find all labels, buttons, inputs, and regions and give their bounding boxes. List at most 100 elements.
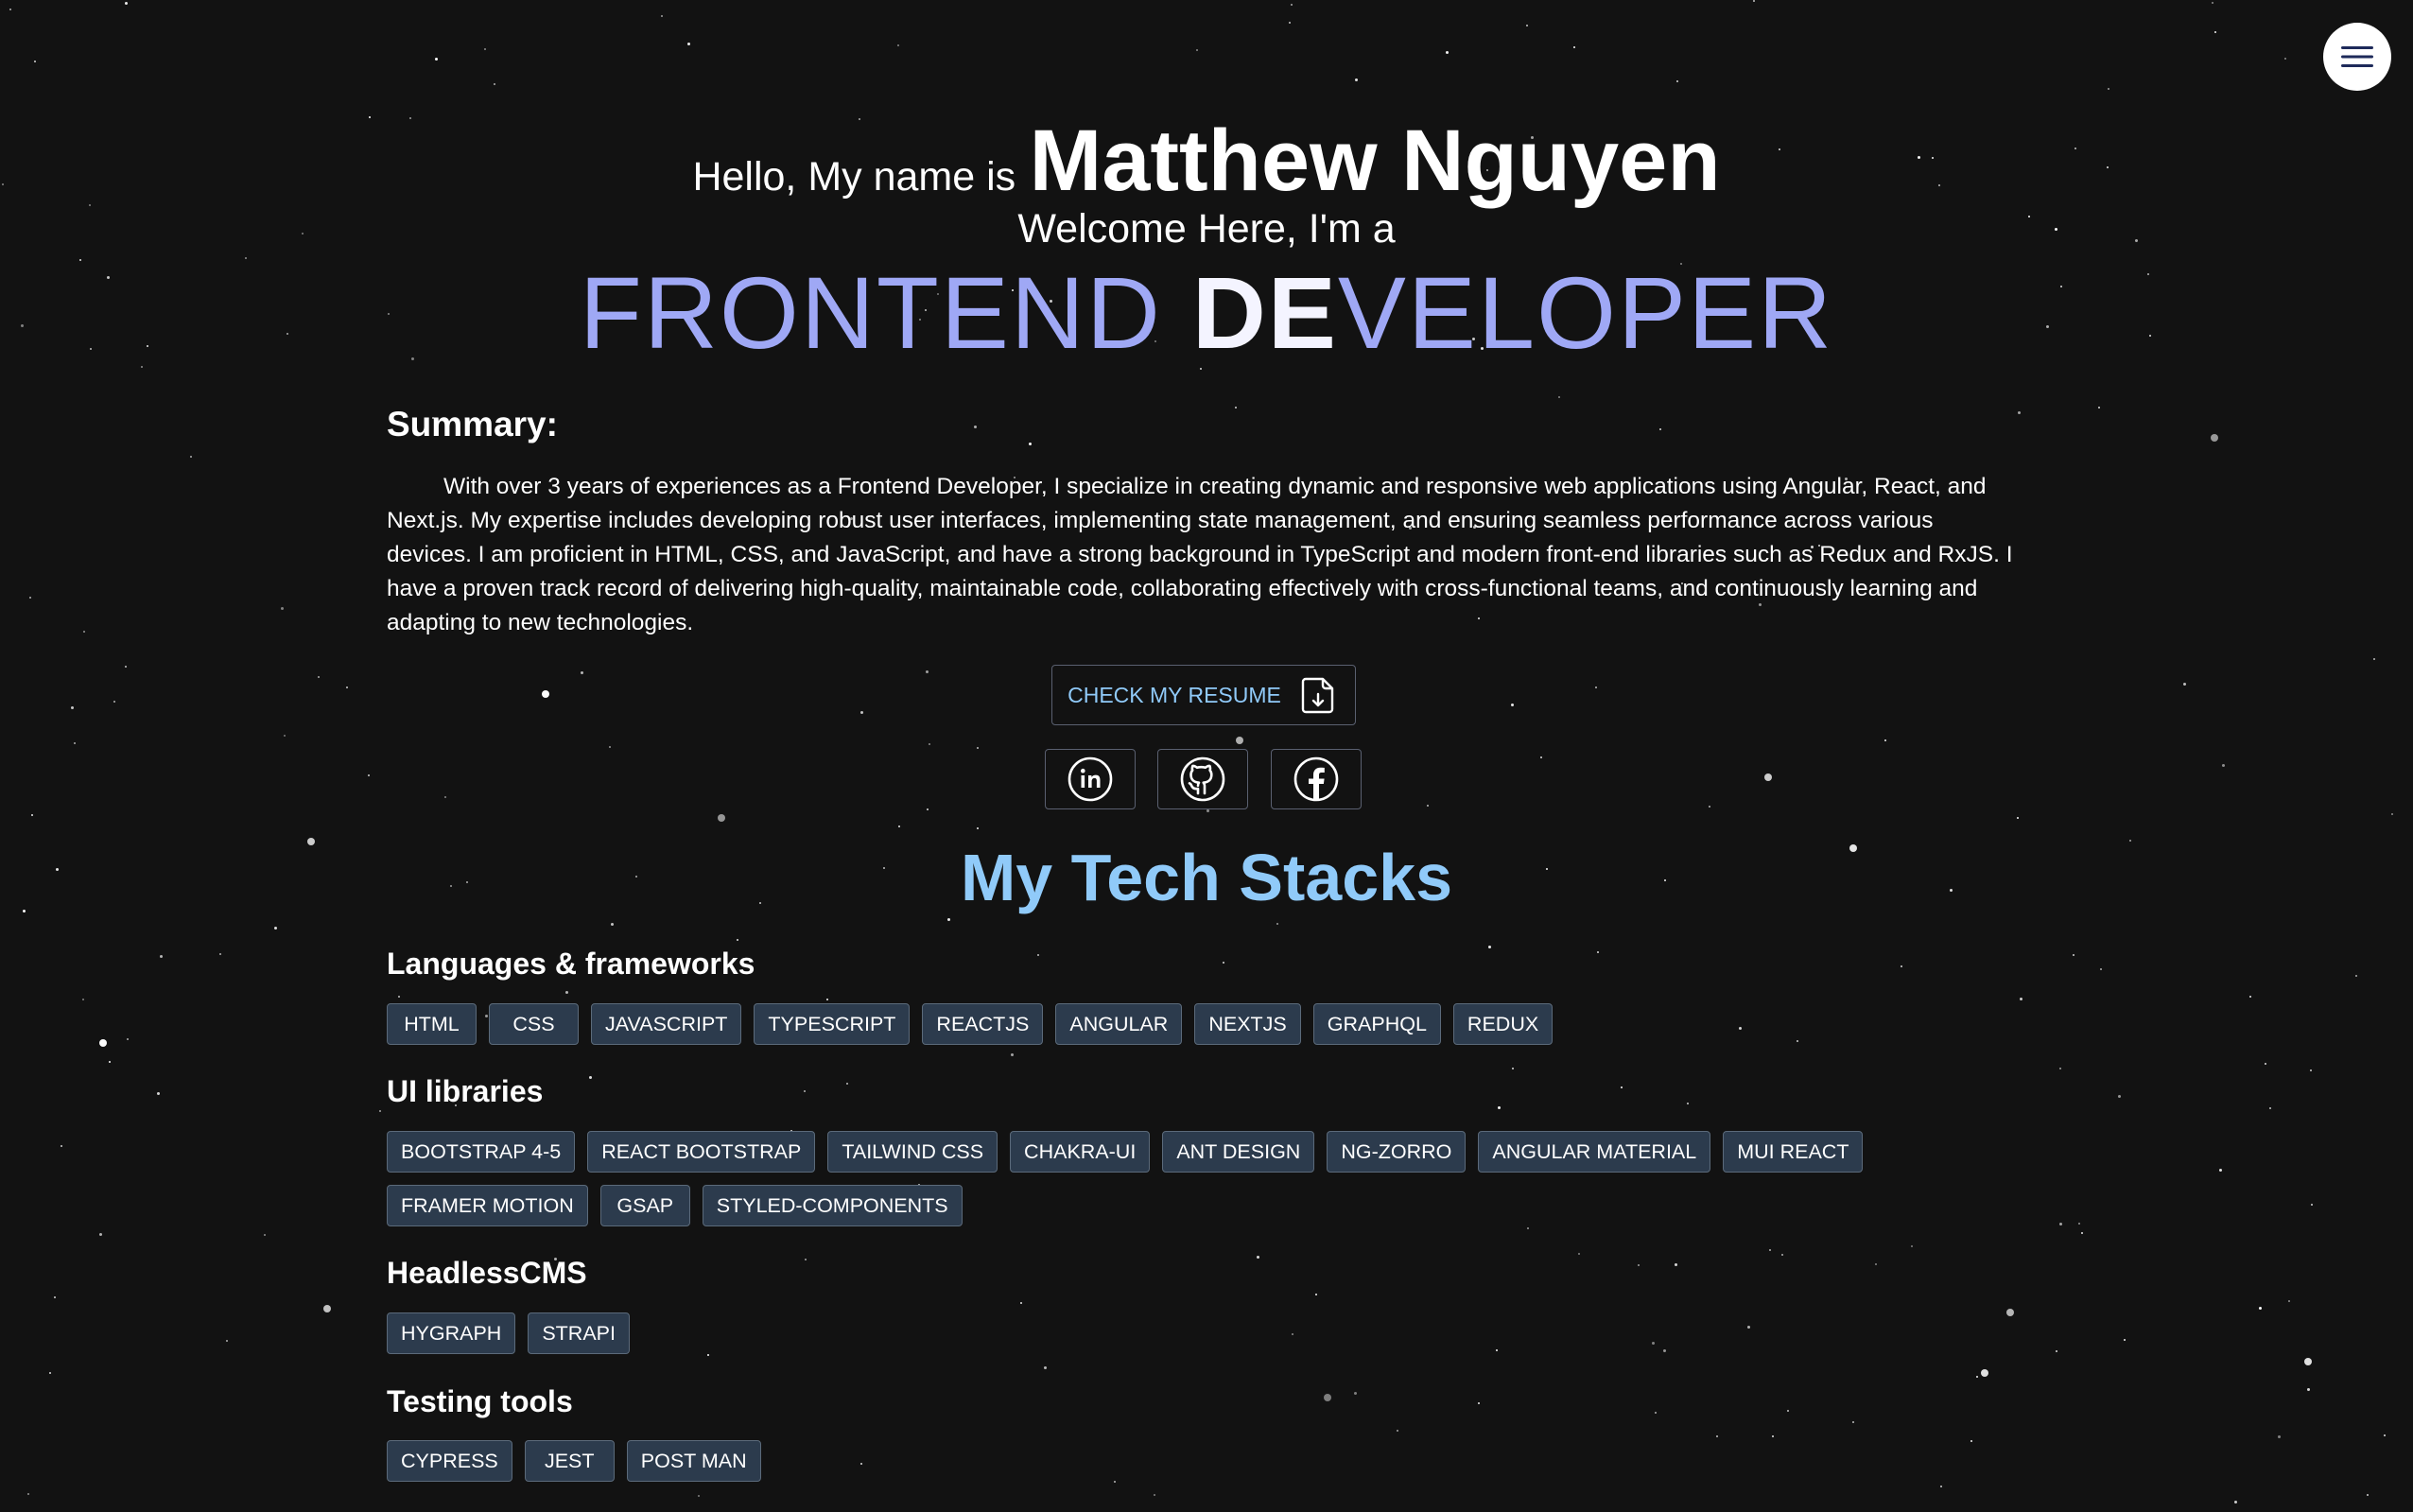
star-dot	[49, 1372, 51, 1374]
star-dot	[1011, 1053, 1014, 1056]
tech-stacks-heading: My Tech Stacks	[960, 841, 1453, 914]
star-dot	[1527, 1227, 1529, 1229]
star-dot	[2373, 658, 2375, 660]
tech-chip: CYPRESS	[387, 1440, 512, 1482]
star-dot	[125, 2, 128, 5]
star-dot	[99, 1039, 107, 1047]
tech-chip: REACTJS	[922, 1003, 1044, 1045]
star-dot	[1875, 1263, 1877, 1265]
star-dot	[2059, 1223, 2062, 1225]
tech-chip: GRAPHQL	[1312, 1003, 1441, 1045]
star-dot	[565, 991, 568, 994]
star-dot	[2183, 683, 2186, 686]
star-dot	[54, 1296, 56, 1298]
linkedin-icon	[1068, 756, 1113, 802]
star-dot	[2017, 817, 2019, 819]
star-dot	[31, 814, 33, 816]
menu-button[interactable]	[2323, 23, 2391, 91]
tech-chip: ANT DESIGN	[1162, 1131, 1315, 1173]
tech-chip: NEXTJS	[1194, 1003, 1301, 1045]
star-dot	[368, 774, 370, 776]
star-dot	[698, 1495, 700, 1497]
star-dot	[160, 955, 163, 958]
linkedin-button[interactable]	[1045, 749, 1136, 809]
star-dot	[2222, 764, 2225, 767]
star-dot	[2020, 998, 2022, 1000]
star-dot	[1354, 1392, 1357, 1395]
tech-chip: HYGRAPH	[387, 1312, 516, 1354]
check-resume-button[interactable]: CHECK MY RESUME	[1051, 665, 1356, 725]
star-dot	[1512, 1068, 1514, 1069]
star-dot	[1675, 1263, 1677, 1266]
star-dot	[804, 1090, 806, 1092]
greeting-text: Hello, My name is	[692, 154, 1016, 200]
star-dot	[2288, 1300, 2290, 1302]
star-dot	[581, 671, 583, 674]
welcome-text: Welcome Here, I'm a	[1017, 206, 1396, 252]
star-dot	[1558, 396, 1560, 398]
role-text-part1: FRONTEND	[579, 255, 1192, 370]
star-dot	[826, 999, 828, 1000]
star-dot	[1257, 1256, 1259, 1259]
star-dot	[1223, 962, 1224, 964]
star-dot	[974, 426, 977, 428]
star-dot	[1196, 49, 1198, 51]
star-dot	[2259, 1307, 2262, 1310]
star-dot	[1276, 923, 1278, 925]
star-dot	[661, 15, 663, 17]
star-dot	[860, 711, 863, 714]
tech-chip: ANGULAR MATERIAL	[1478, 1131, 1711, 1173]
star-dot	[398, 996, 400, 998]
star-dot	[274, 927, 277, 930]
star-dot	[2249, 996, 2251, 998]
star-dot	[29, 597, 31, 599]
star-dot	[2284, 58, 2286, 60]
chip-row-testing-tools: CYPRESS JEST POST MAN	[387, 1440, 2032, 1482]
star-dot	[2118, 1095, 2121, 1098]
facebook-button[interactable]	[1271, 749, 1362, 809]
star-dot	[2100, 968, 2102, 970]
star-dot	[1911, 1245, 1913, 1247]
star-dot	[926, 670, 929, 673]
chip-row-headless-cms: HYGRAPH STRAPI	[387, 1312, 2032, 1354]
star-dot	[1772, 1435, 1774, 1437]
tech-chip: JEST	[524, 1440, 615, 1482]
tech-chip: NG-ZORRO	[1327, 1131, 1467, 1173]
star-dot	[34, 61, 36, 62]
star-dot	[609, 746, 611, 748]
resume-button-label: CHECK MY RESUME	[1068, 682, 1281, 707]
star-dot	[1578, 1253, 1580, 1255]
star-dot	[9, 9, 11, 10]
star-dot	[1709, 806, 1710, 808]
star-dot	[1526, 25, 1528, 26]
group-title-testing-tools: Testing tools	[387, 1384, 573, 1418]
star-dot	[1355, 78, 1358, 81]
star-dot	[226, 1340, 228, 1342]
github-button[interactable]	[1157, 749, 1248, 809]
star-dot	[897, 44, 899, 46]
star-dot	[1981, 1369, 1988, 1377]
role-text-highlight: DE	[1191, 255, 1338, 370]
star-dot	[1573, 46, 1575, 48]
star-dot	[737, 939, 738, 941]
star-dot	[1397, 1430, 1398, 1432]
greeting-line: Hello, My name is Matthew Nguyen	[0, 112, 2413, 211]
star-dot	[113, 701, 115, 703]
star-dot	[82, 999, 84, 1000]
star-dot	[1511, 704, 1514, 706]
star-dot	[927, 808, 929, 810]
star-dot	[281, 607, 284, 610]
star-dot	[2355, 975, 2357, 977]
star-dot	[611, 923, 614, 926]
star-dot	[2278, 1435, 2281, 1438]
star-dot	[1315, 1294, 1317, 1295]
star-dot	[2310, 1069, 2312, 1071]
star-dot	[1852, 1421, 1854, 1423]
chip-row-ui-libraries: BOOTSTRAP 4-5 REACT BOOTSTRAP TAILWIND C…	[387, 1131, 2032, 1226]
star-dot	[1291, 4, 1293, 6]
star-dot	[1540, 756, 1542, 758]
star-dot	[2211, 434, 2218, 442]
tech-chip: FRAMER MOTION	[387, 1185, 588, 1226]
star-dot	[2391, 813, 2393, 815]
star-dot	[2018, 411, 2021, 414]
